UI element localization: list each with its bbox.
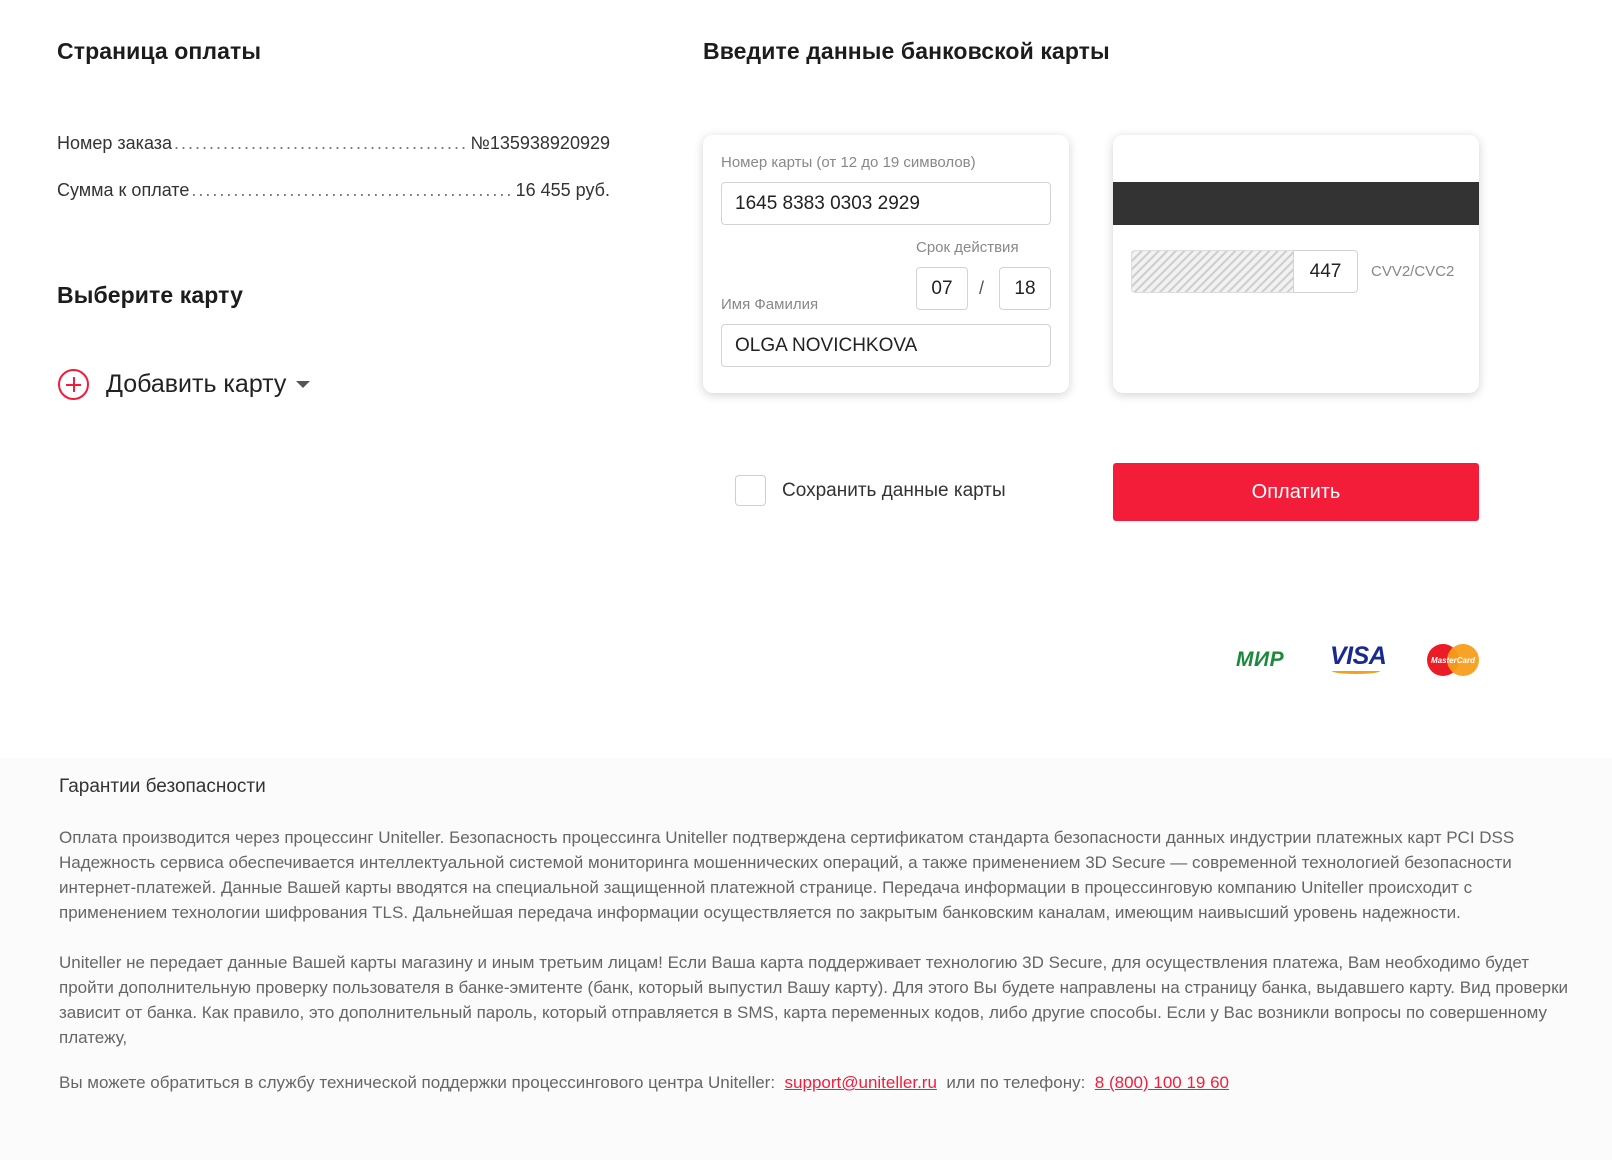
add-card-label: Добавить карту [106,370,287,398]
page-title: Страница оплаты [57,38,262,64]
support-text: Вы можете обратиться в службу техническо… [59,1073,776,1092]
security-title: Гарантии безопасности [59,776,266,797]
card-front-panel: Номер карты (от 12 до 19 символов) 1645 … [703,135,1069,393]
order-number-label: Номер заказа [57,133,173,153]
visa-swoosh-icon [1332,668,1380,674]
plus-circle-icon [58,369,89,400]
mastercard-text: MasterCard [1431,656,1476,665]
save-card-checkbox[interactable] [735,475,766,506]
order-sum-value: 16 455 руб. [515,180,610,200]
card-number-input[interactable]: 1645 8383 0303 2929 [721,182,1051,225]
security-paragraph-2: Uniteller не передает данные Вашей карты… [59,953,1568,1047]
card-section-title: Введите данные банковской карты [703,38,1110,64]
card-number-label: Номер карты (от 12 до 19 символов) [721,154,976,171]
mastercard-logo: MasterCard [1427,644,1479,676]
caret-down-icon [296,381,311,388]
support-email-link[interactable]: support@uniteller.ru [785,1073,937,1092]
expiry-label: Срок действия [916,239,1019,256]
visa-logo: VISA [1330,642,1387,670]
expiry-year-input[interactable]: 18 [999,267,1051,310]
cardholder-name-label: Имя Фамилия [721,296,819,313]
signature-strip [1131,250,1293,293]
save-card-option[interactable]: Сохранить данные карты [735,475,1006,506]
pay-button[interactable]: Оплатить [1113,463,1479,521]
add-card-button[interactable]: Добавить карту [58,369,311,400]
card-back-panel: 447 CVV2/CVC2 [1113,135,1479,393]
save-card-label: Сохранить данные карты [782,479,1006,501]
support-phone-link[interactable]: 8 (800) 100 19 60 [1095,1073,1229,1092]
leader-dots [191,180,513,201]
or-phone-text: или по телефону: [946,1073,1086,1092]
magnetic-stripe [1113,182,1479,225]
expiry-separator: / [979,278,985,298]
security-paragraph-1: Оплата производится через процессинг Uni… [59,828,1515,922]
order-sum-label: Сумма к оплате [57,180,190,200]
cvv-input[interactable]: 447 [1293,250,1358,293]
choose-card-title: Выберите карту [57,282,243,308]
expiry-month-input[interactable]: 07 [916,267,968,310]
order-sum-row: Сумма к оплате 16 455 руб. [57,180,610,201]
leader-dots [174,133,469,154]
mir-logo: МИР [1236,648,1285,671]
order-number-row: Номер заказа №135938920929 [57,133,610,154]
cvv-label: CVV2/CVC2 [1371,263,1455,280]
order-number-value: №135938920929 [470,133,610,153]
cardholder-name-input[interactable]: OLGA NOVICHKOVA [721,324,1051,367]
support-line: Вы можете обратиться в службу техническо… [59,1073,1229,1093]
